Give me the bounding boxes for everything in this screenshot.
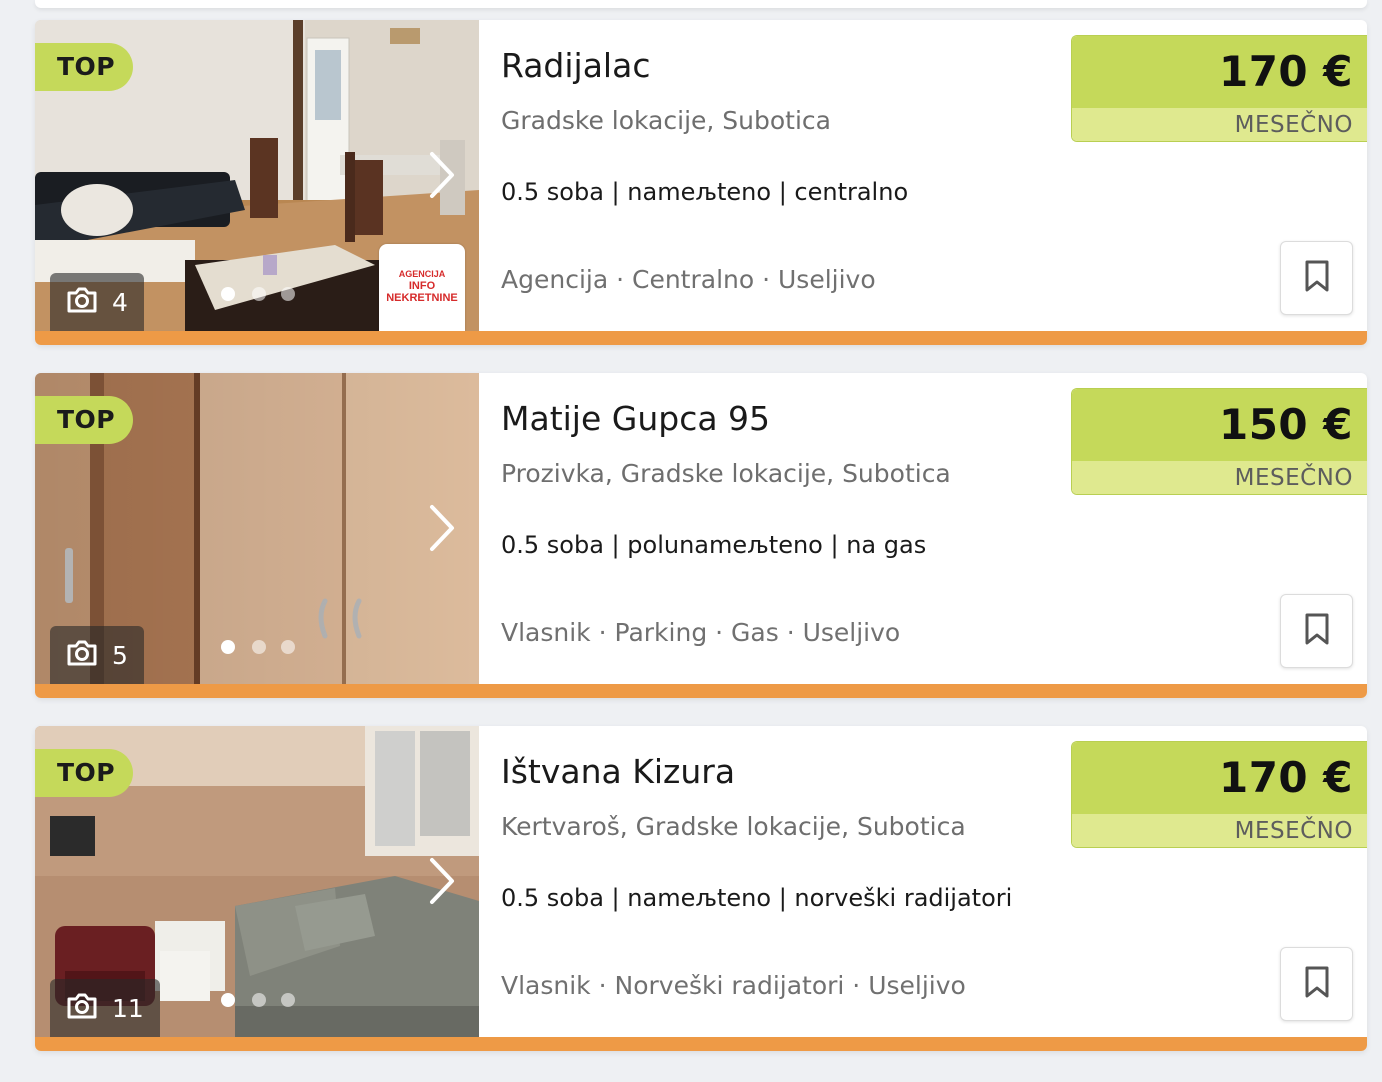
- price-box: 170 € MESEČNO: [1071, 741, 1367, 848]
- photo-count: 11: [112, 993, 144, 1023]
- listing-title[interactable]: Radijalac: [501, 46, 650, 85]
- listing-price: 170 €: [1072, 742, 1367, 814]
- listing-info: Radijalac Gradske lokacije, Subotica 0.5…: [501, 20, 1091, 331]
- listing-photo[interactable]: TOP 4 AGENCIJA INFO NEKRETNINE: [35, 20, 479, 331]
- listing-location: Prozivka, Gradske lokacije, Subotica: [501, 459, 951, 488]
- chevron-right-icon[interactable]: [427, 856, 457, 906]
- bookmark-button[interactable]: [1280, 947, 1353, 1021]
- listing-location: Gradske lokacije, Subotica: [501, 106, 831, 135]
- listing-price: 150 €: [1072, 389, 1367, 461]
- listing-specs: 0.5 soba | nameљteno | norveški radijato…: [501, 884, 1013, 912]
- price-period: MESEČNO: [1072, 461, 1367, 494]
- price-box: 170 € MESEČNO: [1071, 35, 1367, 142]
- agency-logo-line1: AGENCIJA: [398, 269, 446, 280]
- camera-icon: [66, 639, 98, 671]
- listing-info: Matije Gupca 95 Prozivka, Gradske lokaci…: [501, 373, 1091, 684]
- chevron-right-icon[interactable]: [427, 503, 457, 553]
- photo-count-badge: 5: [50, 626, 144, 684]
- carousel-dot[interactable]: [252, 993, 266, 1007]
- photo-count: 4: [112, 287, 128, 317]
- price-period: MESEČNO: [1072, 814, 1367, 847]
- listing-photo[interactable]: TOP 11: [35, 726, 479, 1037]
- chevron-right-icon[interactable]: [427, 150, 457, 200]
- listing-card[interactable]: TOP 11 Ištvana Kizura Kertvaroš, Gradske…: [35, 726, 1367, 1051]
- agency-logo-line2: INFO NEKRETNINE: [386, 280, 458, 305]
- carousel-dot[interactable]: [252, 640, 266, 654]
- bookmark-icon: [1304, 612, 1330, 650]
- top-badge: TOP: [35, 396, 133, 444]
- listing-title[interactable]: Ištvana Kizura: [501, 752, 735, 791]
- listing-location: Kertvaroš, Gradske lokacije, Subotica: [501, 812, 966, 841]
- listing-tags: Vlasnik · Norveški radijatori · Useljivo: [501, 971, 966, 1000]
- bookmark-button[interactable]: [1280, 594, 1353, 668]
- carousel-dot[interactable]: [281, 640, 295, 654]
- photo-count-badge: 11: [50, 979, 160, 1037]
- carousel-dot[interactable]: [221, 993, 235, 1007]
- listing-specs: 0.5 soba | nameљteno | centralno: [501, 178, 909, 206]
- price-box: 150 € MESEČNO: [1071, 388, 1367, 495]
- listing-title[interactable]: Matije Gupca 95: [501, 399, 770, 438]
- carousel-dot[interactable]: [281, 287, 295, 301]
- listing-photo[interactable]: TOP 5: [35, 373, 479, 684]
- listing-specs: 0.5 soba | polunameљteno | na gas: [501, 531, 927, 559]
- bookmark-button[interactable]: [1280, 241, 1353, 315]
- listing-list: TOP 4 AGENCIJA INFO NEKRETNINE Radijalac…: [35, 20, 1367, 1079]
- bookmark-icon: [1304, 259, 1330, 297]
- agency-logo[interactable]: AGENCIJA INFO NEKRETNINE: [379, 244, 465, 331]
- previous-card-edge: [35, 0, 1367, 8]
- top-badge: TOP: [35, 43, 133, 91]
- photo-count-badge: 4: [50, 273, 144, 331]
- listing-price: 170 €: [1072, 36, 1367, 108]
- carousel-dot[interactable]: [221, 287, 235, 301]
- carousel-dot[interactable]: [221, 640, 235, 654]
- camera-icon: [66, 992, 98, 1024]
- bookmark-icon: [1304, 965, 1330, 1003]
- listing-tags: Agencija · Centralno · Useljivo: [501, 265, 876, 294]
- listing-card[interactable]: TOP 5 Matije Gupca 95 Prozivka, Gradske …: [35, 373, 1367, 698]
- camera-icon: [66, 286, 98, 318]
- listing-info: Ištvana Kizura Kertvaroš, Gradske lokaci…: [501, 726, 1091, 1037]
- listing-tags: Vlasnik · Parking · Gas · Useljivo: [501, 618, 901, 647]
- listing-card[interactable]: TOP 4 AGENCIJA INFO NEKRETNINE Radijalac…: [35, 20, 1367, 345]
- top-badge: TOP: [35, 749, 133, 797]
- photo-count: 5: [112, 640, 128, 670]
- price-period: MESEČNO: [1072, 108, 1367, 141]
- carousel-dot[interactable]: [281, 993, 295, 1007]
- carousel-dot[interactable]: [252, 287, 266, 301]
